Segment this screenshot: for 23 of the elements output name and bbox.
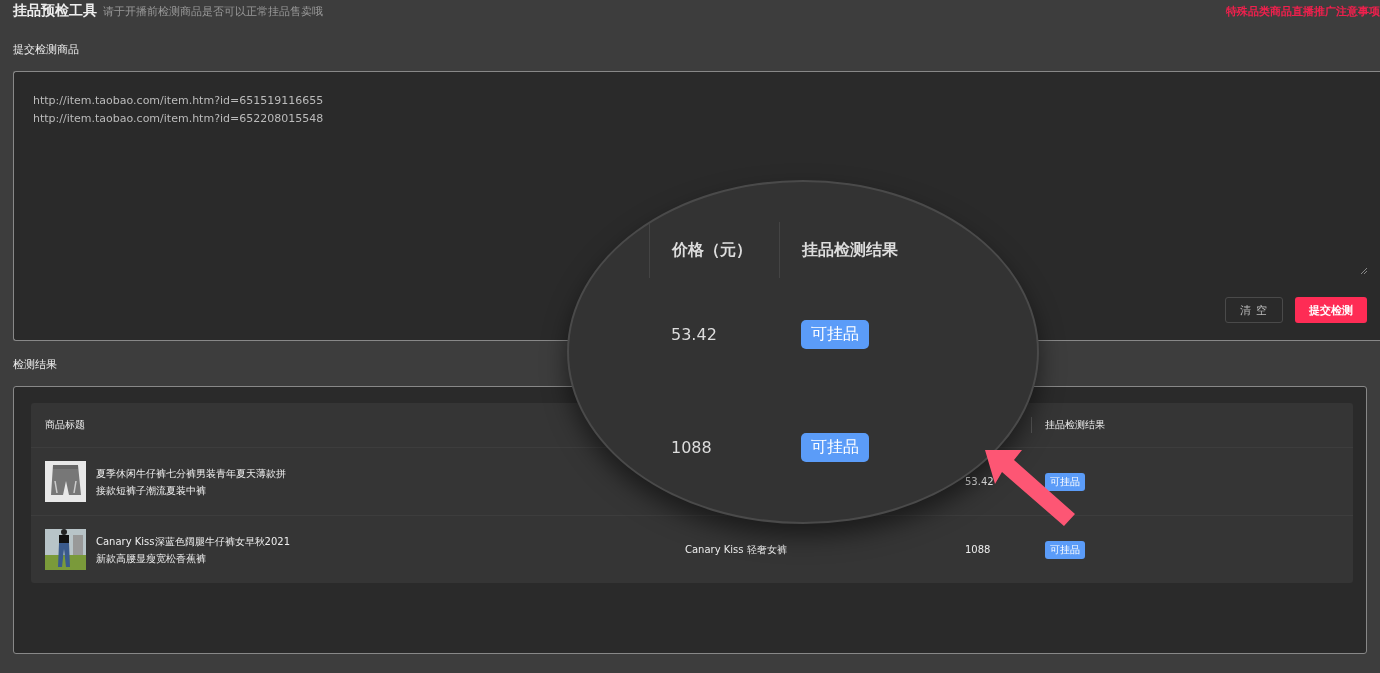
price-cell: 1088	[965, 544, 991, 555]
result-tag: 可挂品	[1045, 540, 1085, 559]
url-line: http://item.taobao.com/item.htm?id=652208015548	[33, 111, 325, 127]
price-cell: 1088	[671, 438, 712, 457]
column-header: 挂品检测结果	[1045, 418, 1105, 432]
column-header: 商品标题	[45, 418, 85, 432]
product-title-line: 新款高腰显瘦宽松香蕉裤	[96, 551, 207, 565]
url-line: http://item.taobao.com/item.htm?id=651519116655	[33, 93, 325, 109]
product-title-line: 夏季休闲牛仔裤七分裤男装青年夏天薄款拼	[96, 466, 286, 480]
table-cell: Canary Kiss 轻奢女裤	[685, 542, 787, 557]
product-title-line: Canary Kiss深蓝色阔腿牛仔裤女早秋2021	[96, 534, 290, 548]
page-subtitle: 请于开播前检测商品是否可以正常挂品售卖哦	[103, 4, 323, 19]
result-tag: 可挂品	[1045, 472, 1085, 491]
column-header: 挂品检测结果	[802, 239, 898, 261]
price-cell: 53.42	[671, 325, 717, 344]
section-label: 检测结果	[13, 357, 58, 372]
section-label: 提交检测商品	[13, 42, 80, 57]
result-tag: 可挂品	[801, 320, 869, 349]
page-title: 挂品预检工具	[13, 2, 97, 20]
price-cell: 53.42	[965, 476, 994, 487]
column-header: 价格（元）	[672, 239, 752, 261]
result-tag: 可挂品	[801, 433, 869, 462]
product-title-line: 接款短裤子潮流夏装中裤	[96, 483, 207, 497]
